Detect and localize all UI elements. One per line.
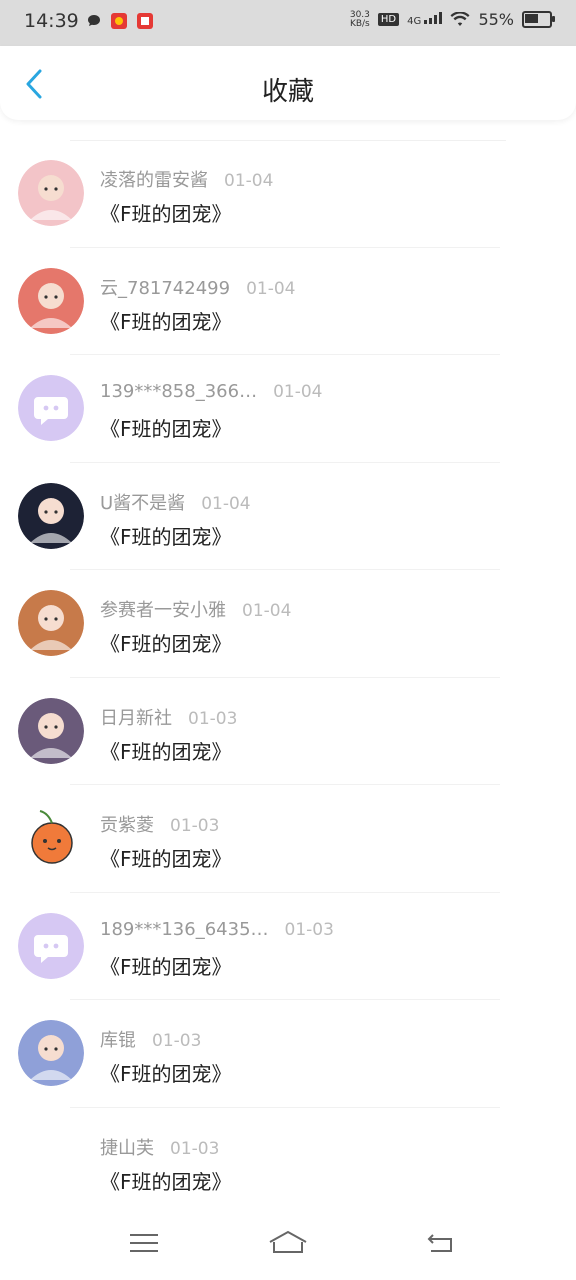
back-nav-button[interactable] xyxy=(420,1228,460,1258)
avatar[interactable] xyxy=(18,375,84,441)
page-title: 收藏 xyxy=(261,77,314,107)
battery-percent: 55% xyxy=(478,10,514,29)
user-portrait-icon xyxy=(18,482,84,549)
work-title[interactable]: 《F班的团宠》 xyxy=(100,843,232,872)
work-title[interactable]: 《F班的团宠》 xyxy=(100,1166,232,1195)
menu-icon xyxy=(130,1234,158,1252)
date: 01-04 xyxy=(224,171,274,191)
work-title[interactable]: 《F班的团宠》 xyxy=(100,413,232,442)
wifi-icon xyxy=(450,11,470,26)
list-item[interactable]: 贡紫菱 01-03 《F班的团宠》 xyxy=(0,785,576,893)
avatar[interactable] xyxy=(18,590,84,656)
date: 01-03 xyxy=(152,1031,202,1051)
username[interactable]: 139***858_366… xyxy=(100,381,257,402)
orange-icon xyxy=(18,805,84,871)
favorites-list: 凌落的雷安酱 01-04 《F班的团宠》 云_781742499 01-04 《F班的团宠… xyxy=(0,140,576,1215)
username[interactable]: U酱不是酱 xyxy=(100,493,185,514)
user-portrait-icon xyxy=(18,267,84,334)
hd-icon: HD xyxy=(377,13,400,26)
list-item[interactable]: 捷山芙 01-03 《F班的团宠》 xyxy=(0,1108,576,1216)
list-item[interactable]: 云_781742499 01-04 《F班的团宠》 xyxy=(0,248,576,355)
list-item[interactable]: 139***858_366… 01-04 《F班的团宠》 xyxy=(0,355,576,463)
work-title[interactable]: 《F班的团宠》 xyxy=(100,521,232,550)
notification-icons xyxy=(86,12,154,30)
avatar[interactable] xyxy=(18,482,84,549)
signal-icon: 4G xyxy=(407,12,443,27)
network-type: 4G xyxy=(407,16,422,27)
list-item[interactable]: 凌落的雷安酱 01-04 《F班的团宠》 xyxy=(0,140,576,248)
item-meta: 凌落的雷安酱 01-04 xyxy=(100,166,273,192)
username[interactable]: 日月新社 xyxy=(100,708,172,729)
username[interactable]: 库锟 xyxy=(100,1030,136,1051)
item-meta: 贡紫菱 01-03 xyxy=(100,811,219,837)
system-nav-bar xyxy=(0,1210,576,1280)
work-title[interactable]: 《F班的团宠》 xyxy=(100,306,232,335)
app-header: 收藏 xyxy=(0,46,576,120)
user-portrait-icon xyxy=(18,1020,84,1086)
chat-bubble-icon xyxy=(18,912,84,979)
chat-bubble-icon xyxy=(18,375,84,441)
work-title[interactable]: 《F班的团宠》 xyxy=(100,736,232,765)
avatar[interactable] xyxy=(18,160,84,226)
home-icon xyxy=(269,1230,307,1253)
list-item[interactable]: U酱不是酱 01-04 《F班的团宠》 xyxy=(0,463,576,570)
item-meta: U酱不是酱 01-04 xyxy=(100,489,251,515)
menu-button[interactable] xyxy=(124,1228,164,1258)
date: 01-04 xyxy=(246,278,296,299)
avatar[interactable] xyxy=(18,1020,84,1086)
user-portrait-icon xyxy=(18,160,84,226)
message-icon xyxy=(88,15,100,26)
status-time: 14:39 xyxy=(24,10,79,32)
date: 01-04 xyxy=(242,601,292,621)
item-meta: 189***136_6435… 01-03 xyxy=(100,919,334,940)
work-title[interactable]: 《F班的团宠》 xyxy=(100,628,232,657)
date: 01-04 xyxy=(273,382,323,402)
status-bar: 14:39 30.3 KB/s HD 4G 55% xyxy=(0,0,576,46)
app-notification-icon-2 xyxy=(137,13,153,29)
avatar[interactable] xyxy=(18,805,84,871)
work-title[interactable]: 《F班的团宠》 xyxy=(100,951,232,980)
date: 01-03 xyxy=(170,816,220,836)
date: 01-03 xyxy=(188,708,238,729)
user-portrait-icon xyxy=(18,697,84,764)
app-notification-icon xyxy=(111,13,127,29)
item-meta: 捷山芙 01-03 xyxy=(100,1134,219,1160)
avatar[interactable] xyxy=(18,697,84,764)
username[interactable]: 云_781742499 xyxy=(100,278,230,299)
item-meta: 参赛者一安小雅 01-04 xyxy=(100,596,291,622)
battery-icon xyxy=(522,11,555,28)
user-portrait-icon xyxy=(18,590,84,656)
date: 01-04 xyxy=(201,493,251,514)
item-meta: 云_781742499 01-04 xyxy=(100,274,295,300)
list-item[interactable]: 参赛者一安小雅 01-04 《F班的团宠》 xyxy=(0,570,576,678)
work-title[interactable]: 《F班的团宠》 xyxy=(100,1058,232,1087)
username[interactable]: 贡紫菱 xyxy=(100,815,154,836)
status-right: 30.3 KB/s HD 4G 55% xyxy=(349,10,555,29)
username[interactable]: 189***136_6435… xyxy=(100,919,269,940)
username[interactable]: 凌落的雷安酱 xyxy=(100,170,208,191)
item-meta: 库锟 01-03 xyxy=(100,1026,201,1052)
date: 01-03 xyxy=(170,1138,220,1159)
network-speed: 30.3 KB/s xyxy=(349,10,370,29)
avatar[interactable] xyxy=(18,1128,84,1194)
speed-unit: KB/s xyxy=(349,18,370,29)
username[interactable]: 捷山芙 xyxy=(100,1138,154,1159)
username[interactable]: 参赛者一安小雅 xyxy=(100,600,226,621)
home-button[interactable] xyxy=(268,1228,308,1258)
work-title[interactable]: 《F班的团宠》 xyxy=(100,198,232,227)
date: 01-03 xyxy=(284,919,334,940)
return-icon xyxy=(427,1234,452,1252)
item-meta: 139***858_366… 01-04 xyxy=(100,381,322,402)
list-item[interactable]: 189***136_6435… 01-03 《F班的团宠》 xyxy=(0,893,576,1000)
avatar[interactable] xyxy=(18,912,84,979)
item-meta: 日月新社 01-03 xyxy=(100,704,237,730)
list-item[interactable]: 日月新社 01-03 《F班的团宠》 xyxy=(0,678,576,785)
avatar[interactable] xyxy=(18,267,84,334)
list-item[interactable]: 库锟 01-03 《F班的团宠》 xyxy=(0,1000,576,1108)
